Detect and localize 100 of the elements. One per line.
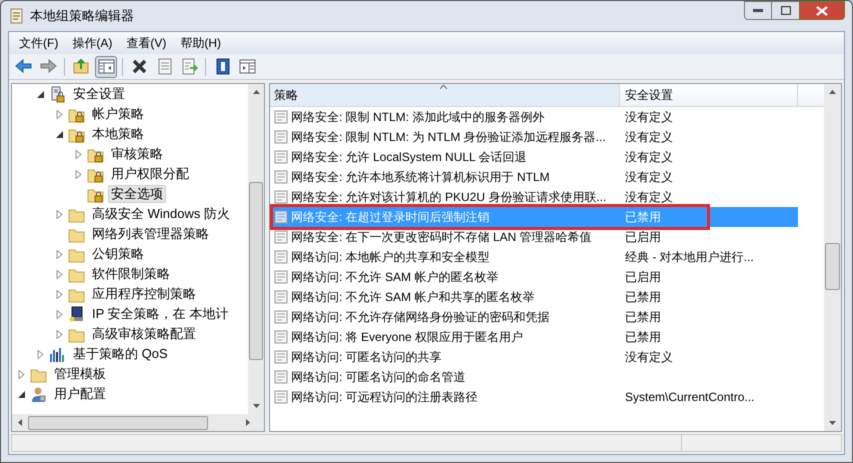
- policy-icon: [274, 370, 288, 384]
- security-setting: 已禁用: [625, 330, 661, 344]
- scroll-left-icon[interactable]: [18, 419, 22, 426]
- policy-icon: [274, 390, 288, 404]
- tree-item[interactable]: 高级审核策略配置: [89, 325, 199, 343]
- policy-row[interactable]: 网络安全: 限制 NTLM: 添加此域中的服务器例外 没有定义: [270, 107, 798, 127]
- vertical-scrollbar[interactable]: [824, 84, 841, 431]
- vertical-scrollbar[interactable]: [248, 84, 264, 414]
- collapsed-arrow-icon[interactable]: [54, 330, 64, 338]
- policy-icon: [274, 110, 288, 124]
- policy-name: 网络安全: 允许对该计算机的 PKU2U 身份验证请求使用联...: [291, 189, 606, 206]
- security-setting: 没有定义: [625, 350, 673, 364]
- tree-item[interactable]: 本地策略: [89, 125, 147, 143]
- policy-icon: [274, 170, 288, 184]
- policy-icon: [274, 150, 288, 164]
- menu-item[interactable]: 查看(V): [120, 34, 172, 52]
- scroll-up-icon[interactable]: [829, 90, 836, 94]
- policy-row[interactable]: 网络访问: 可匿名访问的命名管道: [270, 367, 798, 387]
- policy-row[interactable]: 网络安全: 限制 NTLM: 为 NTLM 身份验证添加远程服务器... 没有定义: [270, 127, 798, 147]
- policy-row[interactable]: 网络访问: 可远程访问的注册表路径 System\CurrentContro...: [270, 387, 798, 407]
- tree-item[interactable]: 公钥策略: [89, 245, 147, 263]
- policy-row[interactable]: 网络访问: 将 Everyone 权限应用于匿名用户 已禁用: [270, 327, 798, 347]
- collapsed-arrow-icon[interactable]: [54, 310, 64, 318]
- security-setting: System\CurrentContro...: [625, 390, 754, 404]
- collapsed-arrow-icon[interactable]: [54, 110, 64, 118]
- collapsed-arrow-icon[interactable]: [54, 210, 64, 218]
- tree-item[interactable]: 高级安全 Windows 防火: [89, 205, 233, 223]
- scroll-right-icon[interactable]: [246, 419, 250, 426]
- policy-row[interactable]: 网络安全: 允许对该计算机的 PKU2U 身份验证请求使用联... 没有定义: [270, 187, 798, 207]
- policy-name: 网络访问: 可匿名访问的共享: [291, 349, 442, 366]
- tree-item[interactable]: 帐户策略: [89, 105, 147, 123]
- collapsed-arrow-icon[interactable]: [74, 170, 82, 178]
- policy-name: 网络安全: 允许 LocalSystem NULL 会话回退: [291, 149, 527, 166]
- expanded-arrow-icon[interactable]: [54, 130, 64, 138]
- tree-item[interactable]: 用户权限分配: [108, 165, 192, 183]
- scroll-down-icon[interactable]: [829, 421, 836, 425]
- tree-item[interactable]: 安全设置: [70, 85, 128, 103]
- column-header[interactable]: 策略: [270, 84, 620, 106]
- locked-computer-icon: [49, 86, 66, 102]
- horizontal-scrollbar[interactable]: [12, 414, 264, 431]
- expanded-arrow-icon[interactable]: [16, 390, 26, 398]
- close-icon: [816, 6, 828, 16]
- tree-item[interactable]: 审核策略: [108, 145, 166, 163]
- minimize-button[interactable]: [744, 1, 772, 20]
- menu-item[interactable]: 帮助(H): [174, 34, 227, 52]
- policy-icon: [274, 330, 288, 344]
- security-setting: 没有定义: [625, 150, 673, 164]
- scroll-thumb[interactable]: [249, 182, 263, 360]
- tree-item[interactable]: 用户配置: [51, 385, 109, 403]
- scroll-up-icon[interactable]: [252, 90, 260, 94]
- policy-row[interactable]: 网络安全: 在下一次更改密码时不存储 LAN 管理器哈希值 已启用: [270, 227, 798, 247]
- policy-row[interactable]: 网络访问: 本地帐户的共享和安全模型 经典 - 对本地用户进行...: [270, 247, 798, 267]
- collapsed-arrow-icon[interactable]: [74, 150, 82, 158]
- security-setting: 没有定义: [625, 190, 673, 204]
- tree-item[interactable]: 网络列表管理器策略: [89, 225, 212, 243]
- policy-row[interactable]: 网络访问: 不允许 SAM 帐户的匿名枚举 已启用: [270, 267, 798, 287]
- column-header[interactable]: 安全设置: [620, 84, 798, 106]
- policy-name: 网络访问: 不允许存储网络身份验证的密码和凭据: [291, 309, 550, 326]
- security-setting: 没有定义: [625, 130, 673, 144]
- collapsed-arrow-icon[interactable]: [16, 370, 26, 378]
- tree-item[interactable]: 应用程序控制策略: [89, 285, 199, 303]
- security-setting: 已禁用: [625, 310, 661, 324]
- tree-item[interactable]: 软件限制策略: [89, 265, 173, 283]
- policy-name: 网络安全: 在下一次更改密码时不存储 LAN 管理器哈希值: [291, 229, 592, 246]
- close-button[interactable]: [799, 1, 845, 20]
- expanded-arrow-icon[interactable]: [36, 90, 44, 98]
- security-setting: 已禁用: [625, 210, 661, 224]
- security-setting: 已启用: [625, 270, 661, 284]
- console-tree-button[interactable]: [95, 56, 117, 78]
- notepad-icon: [8, 8, 24, 24]
- collapsed-arrow-icon[interactable]: [36, 350, 44, 358]
- menu-item[interactable]: 文件(F): [13, 34, 64, 52]
- tree-item[interactable]: 基于策略的 QoS: [70, 345, 171, 363]
- policy-name: 网络访问: 可匿名访问的命名管道: [291, 369, 466, 386]
- tree-item[interactable]: 安全选项: [108, 185, 166, 203]
- policy-icon: [274, 130, 288, 144]
- policy-row[interactable]: 网络访问: 不允许存储网络身份验证的密码和凭据 已禁用: [270, 307, 798, 327]
- collapsed-arrow-icon[interactable]: [54, 290, 64, 298]
- minimize-icon: [753, 8, 763, 12]
- maximize-button[interactable]: [772, 1, 799, 20]
- policy-row[interactable]: 网络访问: 不允许 SAM 帐户和共享的匿名枚举 已禁用: [270, 287, 798, 307]
- policy-name: 网络访问: 本地帐户的共享和安全模型: [291, 249, 490, 266]
- policy-row[interactable]: 网络安全: 允许本地系统将计算机标识用于 NTLM 没有定义: [270, 167, 798, 187]
- policy-icon: [274, 230, 288, 244]
- menu-item[interactable]: 操作(A): [66, 34, 118, 52]
- policy-name: 网络安全: 限制 NTLM: 添加此域中的服务器例外: [291, 109, 544, 126]
- scroll-thumb[interactable]: [28, 416, 208, 430]
- policy-row[interactable]: 网络访问: 可匿名访问的共享 没有定义: [270, 347, 798, 367]
- security-setting: 没有定义: [625, 110, 673, 124]
- scroll-thumb[interactable]: [825, 243, 840, 290]
- scroll-down-icon[interactable]: [252, 404, 260, 408]
- security-setting: 已启用: [625, 230, 661, 244]
- collapsed-arrow-icon[interactable]: [54, 270, 64, 278]
- policy-row[interactable]: 网络安全: 允许 LocalSystem NULL 会话回退 没有定义: [270, 147, 798, 167]
- tree-item[interactable]: 管理模板: [51, 365, 109, 383]
- policy-name: 网络访问: 不允许 SAM 帐户和共享的匿名枚举: [291, 289, 534, 306]
- security-setting: 没有定义: [625, 170, 673, 184]
- computer-key-icon: [68, 306, 85, 322]
- tree-item[interactable]: IP 安全策略，在 本地计: [89, 305, 232, 323]
- collapsed-arrow-icon[interactable]: [54, 250, 64, 258]
